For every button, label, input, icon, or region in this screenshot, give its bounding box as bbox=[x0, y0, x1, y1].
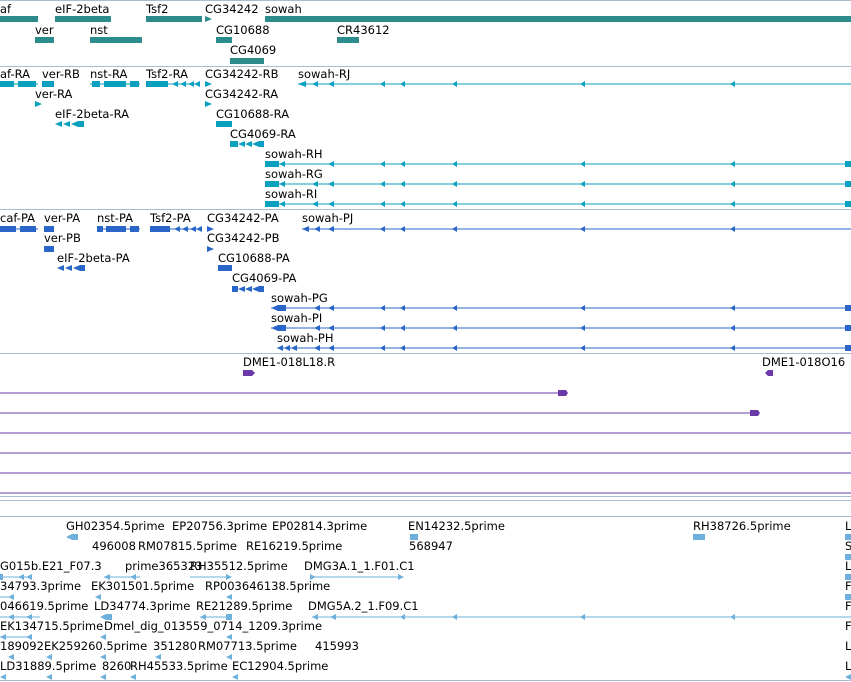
est-feature[interactable] bbox=[845, 674, 851, 680]
est-feature[interactable] bbox=[410, 534, 418, 540]
est-feature[interactable] bbox=[310, 574, 404, 580]
est-feature[interactable] bbox=[100, 614, 112, 620]
est-feature[interactable] bbox=[100, 634, 106, 640]
est-feature[interactable] bbox=[100, 654, 106, 660]
est-feature[interactable] bbox=[226, 594, 232, 600]
est-feature[interactable] bbox=[0, 674, 6, 680]
est-feature[interactable] bbox=[200, 614, 232, 620]
est-feature[interactable] bbox=[0, 634, 32, 640]
est-feature[interactable] bbox=[95, 594, 101, 600]
est-feature[interactable] bbox=[0, 594, 14, 600]
est-feature[interactable] bbox=[46, 674, 52, 680]
est-feature[interactable] bbox=[232, 674, 238, 680]
est-feature[interactable] bbox=[190, 574, 232, 580]
est-feature[interactable] bbox=[0, 574, 32, 580]
est-feature[interactable] bbox=[66, 534, 78, 540]
est-feature[interactable] bbox=[0, 614, 40, 620]
est-feature[interactable] bbox=[130, 674, 136, 680]
est-feature[interactable] bbox=[845, 594, 851, 600]
est-feature[interactable] bbox=[312, 614, 851, 620]
est-feature[interactable] bbox=[845, 534, 851, 540]
est-feature[interactable] bbox=[693, 534, 705, 540]
est-feature[interactable] bbox=[845, 554, 851, 560]
est-feature[interactable] bbox=[8, 654, 14, 660]
est-feature[interactable] bbox=[845, 574, 851, 580]
est-feature[interactable] bbox=[226, 654, 232, 660]
est-feature[interactable] bbox=[46, 654, 52, 660]
est-glyphs bbox=[0, 534, 851, 680]
est-feature[interactable] bbox=[155, 654, 161, 660]
est-feature[interactable] bbox=[226, 634, 232, 640]
genome-browser: af eIF-2beta Tsf2 CG34242 sowah ver nst … bbox=[0, 0, 851, 682]
est-feature[interactable] bbox=[100, 674, 106, 680]
est-feature[interactable] bbox=[104, 574, 140, 580]
